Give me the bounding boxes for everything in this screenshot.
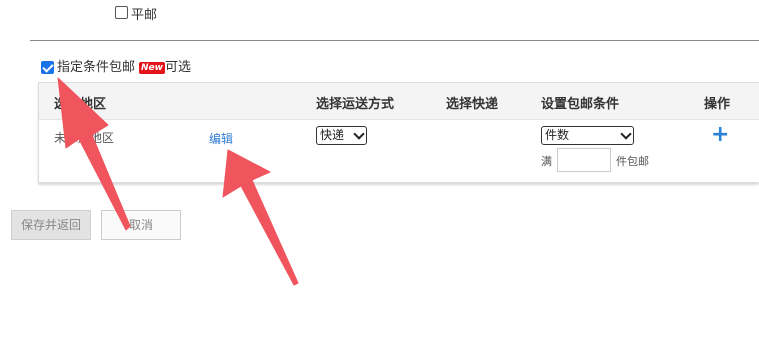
new-badge: New bbox=[139, 61, 165, 74]
free-shipping-suffix: 可选 bbox=[164, 60, 191, 75]
free-shipping-checkbox[interactable] bbox=[41, 61, 54, 74]
add-rule-icon[interactable]: + bbox=[711, 124, 729, 146]
transport-select[interactable]: 快递 bbox=[316, 126, 367, 145]
edit-region-link[interactable]: 编辑 bbox=[209, 130, 233, 147]
header-express: 选择快递 bbox=[446, 97, 499, 112]
header-condition: 设置包邮条件 bbox=[541, 97, 620, 112]
free-shipping-label: 指定条件包邮 New 可选 bbox=[57, 56, 191, 75]
divider bbox=[30, 40, 759, 41]
header-transport: 选择运送方式 bbox=[316, 97, 395, 112]
header-action: 操作 bbox=[704, 97, 731, 112]
free-shipping-text: 指定条件包邮 bbox=[57, 60, 136, 75]
chevron-down-icon bbox=[353, 128, 365, 140]
panel-header: 选择地区 选择运送方式 选择快递 设置包邮条件 操作 bbox=[39, 83, 759, 120]
region-value: 未添加地区 bbox=[54, 131, 115, 145]
full-prefix: 满 bbox=[541, 155, 552, 168]
full-count-input[interactable] bbox=[557, 148, 611, 172]
pingyou-checkbox[interactable] bbox=[115, 6, 128, 19]
pingyou-label: 平邮 bbox=[131, 8, 158, 23]
cancel-button[interactable]: 取消 bbox=[101, 210, 181, 240]
header-region: 选择地区 bbox=[54, 97, 107, 112]
condition-select-value: 件数 bbox=[545, 128, 570, 142]
transport-select-value: 快递 bbox=[320, 128, 345, 142]
full-suffix: 件包邮 bbox=[616, 155, 649, 168]
condition-select[interactable]: 件数 bbox=[541, 126, 634, 145]
save-and-return-button[interactable]: 保存并返回 bbox=[11, 210, 91, 240]
chevron-down-icon bbox=[620, 128, 632, 140]
shipping-condition-panel: 选择地区 选择运送方式 选择快递 设置包邮条件 操作 未添加地区 编辑 快递 件… bbox=[38, 82, 759, 183]
